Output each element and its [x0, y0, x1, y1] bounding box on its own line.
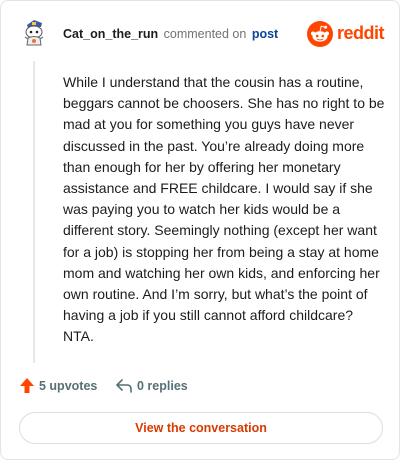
action-text: commented on	[163, 27, 247, 41]
snoo-avatar-icon[interactable]	[19, 17, 49, 47]
thread-line	[33, 61, 35, 363]
post-link[interactable]: post	[252, 27, 278, 41]
upvotes-count: 5 upvotes	[39, 379, 98, 393]
view-conversation-button[interactable]: View the conversation	[19, 412, 383, 444]
comment-header: Cat_on_the_run commented on post reddit	[19, 15, 385, 51]
reply-arrow-icon	[115, 378, 133, 394]
comment-attribution: Cat_on_the_run commented on post	[63, 27, 278, 41]
reddit-brand[interactable]: reddit	[307, 21, 385, 47]
comment-embed-card: Cat_on_the_run commented on post reddit	[0, 0, 400, 460]
comment-footer: 5 upvotes 0 replies	[19, 375, 381, 397]
comment-body: While I understand that the cousin has a…	[63, 74, 385, 345]
brand-wordmark: reddit	[337, 23, 385, 43]
upvote-arrow-icon	[19, 377, 35, 394]
username-link[interactable]: Cat_on_the_run	[63, 27, 158, 41]
reddit-logo-icon	[307, 21, 333, 47]
replies-count: 0 replies	[137, 379, 188, 393]
